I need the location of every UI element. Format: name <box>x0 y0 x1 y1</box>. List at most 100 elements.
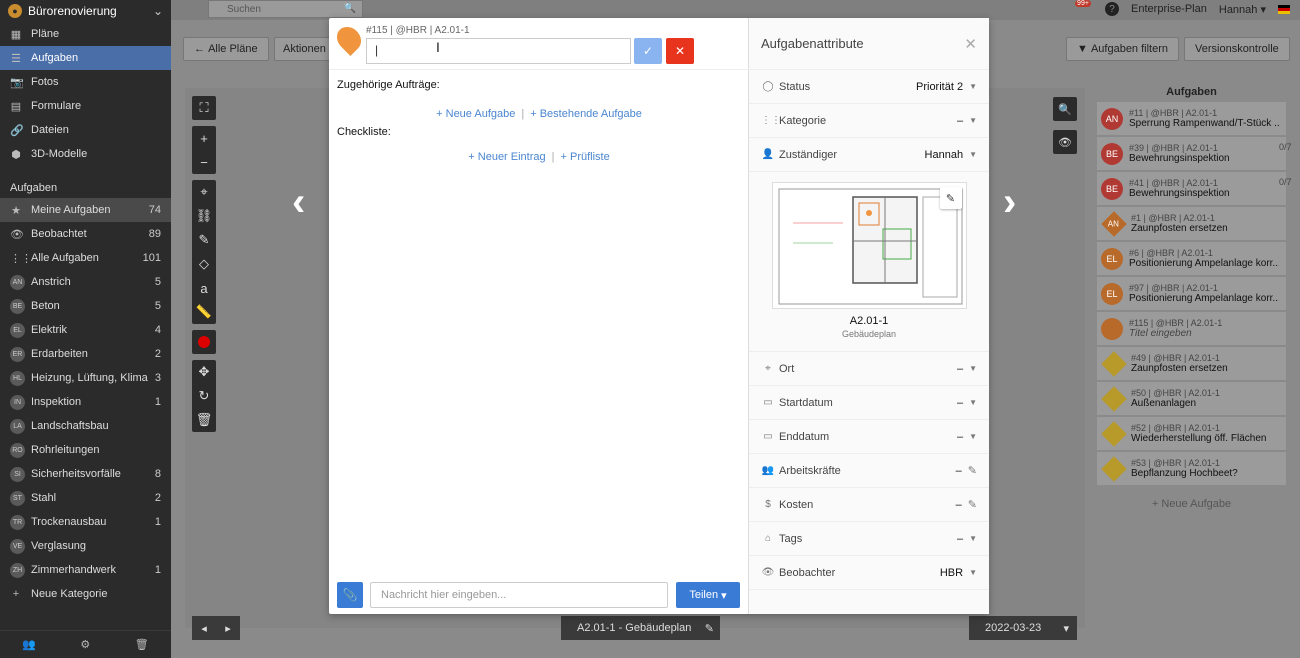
plan-thumbnail-image[interactable]: ✎ <box>771 182 967 309</box>
task-list-item[interactable]: #53 | @HBR | A2.01-1 Bepflanzung Hochbeet… <box>1097 452 1286 486</box>
caret-down-icon[interactable]: ▼ <box>969 364 977 373</box>
filter-tasks-button[interactable]: ▼ Aufgaben filtern <box>1066 37 1180 61</box>
fullscreen-icon[interactable]: ⛶ <box>192 96 216 120</box>
message-input[interactable]: Nachricht hier eingeben... <box>370 582 668 608</box>
sidebar-item-3d-modelle[interactable]: ⬢ 3D-Modelle <box>0 142 171 166</box>
sidebar-item-fotos[interactable]: 📷 Fotos <box>0 70 171 94</box>
category-item[interactable]: SI Sicherheitsvorfälle 8 <box>0 462 171 486</box>
actions-button[interactable]: Aktionen <box>274 37 335 61</box>
all-plans-button[interactable]: ← Alle Pläne <box>183 37 269 61</box>
task-list-item[interactable]: #50 | @HBR | A2.01-1 Außenanlagen <box>1097 382 1286 416</box>
category-item[interactable]: AN Anstrich 5 <box>0 270 171 294</box>
attribute-row[interactable]: 👁 Beobachter HBR ▼ <box>749 556 989 590</box>
share-button[interactable]: Teilen ▾ <box>676 582 740 608</box>
filter-item[interactable]: ⋮⋮ Alle Aufgaben 101 <box>0 246 171 270</box>
attribute-row[interactable]: $ Kosten – ✎ <box>749 488 989 522</box>
color-picker-icon[interactable] <box>192 330 216 354</box>
pen-icon[interactable]: ✎ <box>192 228 216 252</box>
caret-down-icon[interactable]: ▼ <box>969 82 977 91</box>
new-category-button[interactable]: + Neue Kategorie <box>0 582 171 606</box>
next-page-icon[interactable]: ▸ <box>225 622 231 635</box>
category-item[interactable]: HL Heizung, Lüftung, Klima 3 <box>0 366 171 390</box>
attribute-row[interactable]: ◯ Status Priorität 2 ▼ <box>749 70 989 104</box>
plan-name-bar[interactable]: A2.01-1 - Gebäudeplan ✎ <box>561 616 720 640</box>
notifications-button[interactable]: 99+ <box>1075 0 1093 16</box>
sidebar-item-pl-ne[interactable]: ▦ Pläne <box>0 22 171 46</box>
link-icon[interactable]: ⛓ <box>192 204 216 228</box>
category-item[interactable]: VE Verglasung <box>0 534 171 558</box>
pin-icon[interactable]: ⌖ <box>192 180 216 204</box>
prev-page-icon[interactable]: ◂ <box>201 622 207 635</box>
pencil-icon[interactable]: ✎ <box>968 464 977 477</box>
gear-icon[interactable]: ⚙ <box>80 638 90 651</box>
zoom-in-icon[interactable]: + <box>192 126 216 150</box>
zoom-out-icon[interactable]: − <box>192 150 216 174</box>
user-menu[interactable]: Hannah ▾ <box>1219 3 1266 16</box>
task-list-item[interactable]: EL #6 | @HBR | A2.01-1 Positionierung Ampe… <box>1097 242 1286 276</box>
new-entry-link[interactable]: + Neuer Eintrag <box>468 151 545 163</box>
version-control-button[interactable]: Versionskontrolle <box>1184 37 1290 61</box>
ruler-icon[interactable]: 📏 <box>192 300 216 324</box>
task-list-item[interactable]: #115 | @HBR | A2.01-1 Titel eingeben <box>1097 312 1286 346</box>
search-input[interactable]: Suchen 🔍 <box>208 0 363 18</box>
visibility-eye-icon[interactable]: 👁 <box>1053 130 1077 154</box>
delete-icon[interactable]: 🗑 <box>192 408 216 432</box>
caret-down-icon[interactable]: ▼ <box>969 398 977 407</box>
close-modal-icon[interactable]: ✕ <box>964 35 977 53</box>
category-item[interactable]: RO Rohrleitungen <box>0 438 171 462</box>
task-list-item[interactable]: BE #41 | @HBR | A2.01-1 Bewehrungsinspekti… <box>1097 172 1292 206</box>
task-title-input[interactable]: | <box>366 38 631 64</box>
date-bar[interactable]: 2022-03-23 ▾ <box>969 616 1077 640</box>
filter-item[interactable]: ★ Meine Aufgaben 74 <box>0 198 171 222</box>
task-list-item[interactable]: EL #97 | @HBR | A2.01-1 Positionierung Amp… <box>1097 277 1286 311</box>
filter-item[interactable]: 👁 Beobachtet 89 <box>0 222 171 246</box>
attribute-row[interactable]: 👥 Arbeitskräfte – ✎ <box>749 454 989 488</box>
category-item[interactable]: BE Beton 5 <box>0 294 171 318</box>
caret-down-icon[interactable]: ▼ <box>969 432 977 441</box>
task-list-item[interactable]: AN #11 | @HBR | A2.01-1 Sperrung Rampenwan… <box>1097 102 1286 136</box>
attribute-row[interactable]: ⌖ Ort – ▼ <box>749 352 989 386</box>
sidebar-item-aufgaben[interactable]: ☰ Aufgaben <box>0 46 171 70</box>
category-item[interactable]: IN Inspektion 1 <box>0 390 171 414</box>
caret-down-icon[interactable]: ▼ <box>969 568 977 577</box>
category-item[interactable]: TR Trockenausbau 1 <box>0 510 171 534</box>
attribute-row[interactable]: ⌂ Tags – ▼ <box>749 522 989 556</box>
search-icon[interactable]: 🔍 <box>344 3 356 14</box>
help-icon[interactable]: ? <box>1105 2 1120 16</box>
attribute-row[interactable]: 👤 Zuständiger Hannah ▼ <box>749 138 989 172</box>
category-item[interactable]: ST Stahl 2 <box>0 486 171 510</box>
category-item[interactable]: EL Elektrik 4 <box>0 318 171 342</box>
task-list-item[interactable]: #49 | @HBR | A2.01-1 Zaunpfosten ersetzen <box>1097 347 1286 381</box>
pencil-icon[interactable]: ✎ <box>968 498 977 511</box>
task-list-item[interactable]: BE #39 | @HBR | A2.01-1 Bewehrungsinspekti… <box>1097 137 1292 171</box>
canvas-search-icon[interactable]: 🔍 <box>1053 97 1077 121</box>
next-arrow-icon[interactable]: › <box>1003 180 1016 225</box>
new-task-link[interactable]: + Neue Aufgabe <box>436 108 515 120</box>
sidebar-item-formulare[interactable]: ▤ Formulare <box>0 94 171 118</box>
category-item[interactable]: ZH Zimmerhandwerk 1 <box>0 558 171 582</box>
shapes-icon[interactable]: ◇ <box>192 252 216 276</box>
attribute-row[interactable]: ▭ Enddatum – ▼ <box>749 420 989 454</box>
new-task-button[interactable]: + Neue Aufgabe <box>1097 498 1286 510</box>
caret-down-icon[interactable]: ▼ <box>969 150 977 159</box>
caret-down-icon[interactable]: ▼ <box>969 116 977 125</box>
text-icon[interactable]: a <box>192 276 216 300</box>
task-list-item[interactable]: AN #1 | @HBR | A2.01-1 Zaunpfosten ersetze… <box>1097 207 1286 241</box>
task-list-item[interactable]: #52 | @HBR | A2.01-1 Wiederherstellung öf… <box>1097 417 1286 451</box>
previous-arrow-icon[interactable]: ‹ <box>292 180 305 225</box>
attribute-row[interactable]: ▭ Startdatum – ▼ <box>749 386 989 420</box>
category-item[interactable]: LA Landschaftsbau <box>0 414 171 438</box>
plan-thumbnail[interactable]: ✎ A2.01-1 Gebäudeplan <box>749 172 989 352</box>
sidebar-item-dateien[interactable]: 🔗 Dateien <box>0 118 171 142</box>
move-icon[interactable]: ✥ <box>192 360 216 384</box>
attach-button[interactable]: 📎 <box>337 582 363 608</box>
rotate-icon[interactable]: ↻ <box>192 384 216 408</box>
cancel-button[interactable]: ✕ <box>666 38 694 64</box>
edit-pencil-icon[interactable]: ✎ <box>939 187 962 209</box>
caret-down-icon[interactable]: ▼ <box>969 534 977 543</box>
edit-pencil-icon[interactable]: ✎ <box>705 622 714 635</box>
plan-label[interactable]: Enterprise-Plan <box>1131 3 1207 15</box>
project-switcher[interactable]: ● Bürorenovierung ⌄ <box>0 0 171 22</box>
caret-down-icon[interactable]: ▾ <box>1063 622 1069 635</box>
attribute-row[interactable]: ⋮⋮ Kategorie – ▼ <box>749 104 989 138</box>
